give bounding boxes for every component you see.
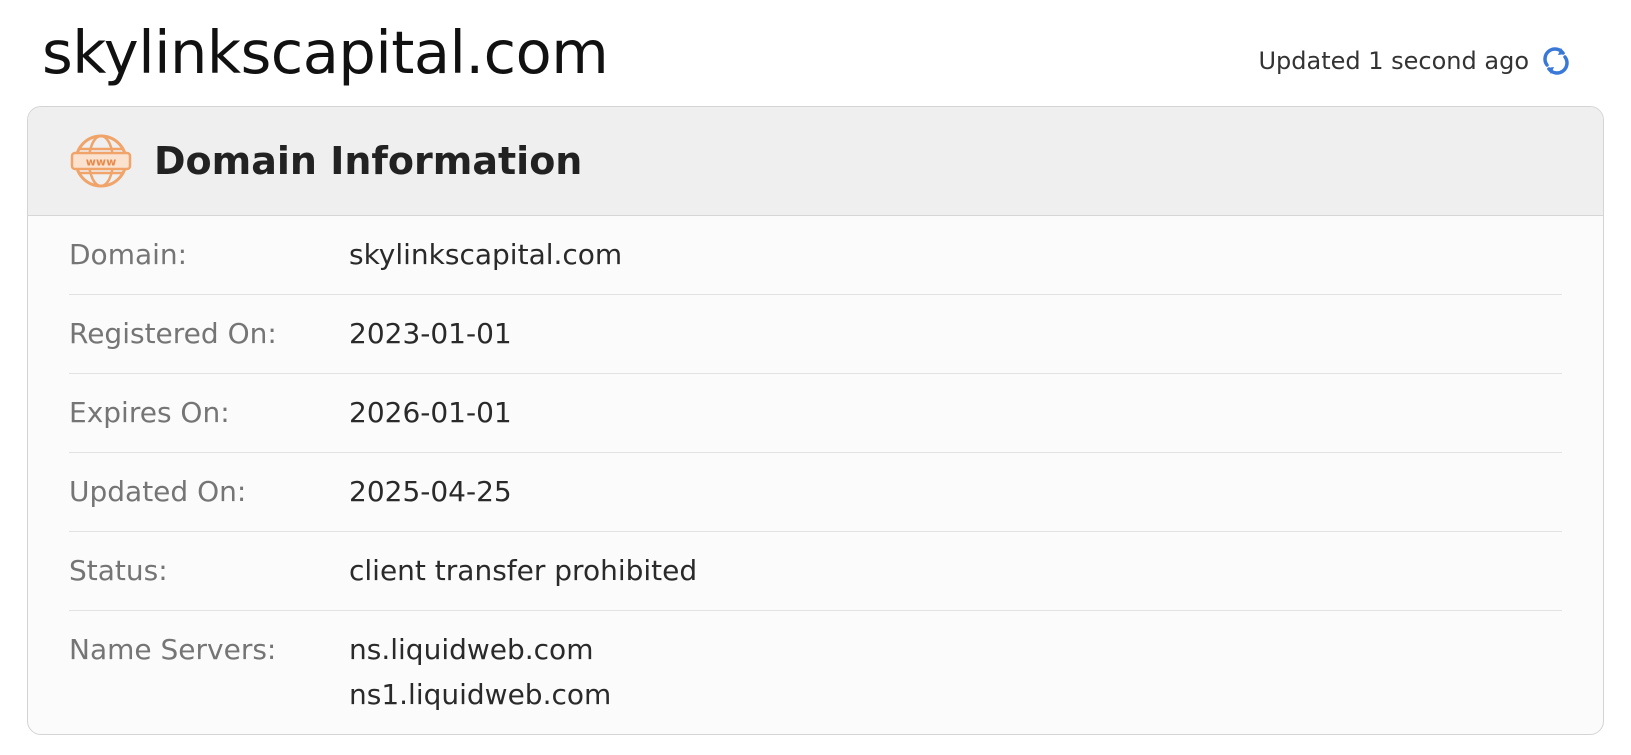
updated-text: Updated 1 second ago — [1258, 47, 1529, 75]
row-status: Status: client transfer prohibited — [69, 532, 1562, 611]
row-value: 2023-01-01 — [349, 317, 512, 350]
refresh-icon[interactable] — [1539, 44, 1573, 78]
name-server-list: ns.liquidweb.com ns1.liquidweb.com — [349, 633, 611, 712]
row-value: 2025-04-25 — [349, 475, 512, 508]
card-title: Domain Information — [154, 139, 583, 183]
row-name-servers: Name Servers: ns.liquidweb.com ns1.liqui… — [69, 611, 1562, 712]
name-server: ns1.liquidweb.com — [349, 678, 612, 711]
row-value: 2026-01-01 — [349, 396, 512, 429]
www-icon: www — [70, 134, 132, 188]
row-value: client transfer prohibited — [349, 554, 698, 587]
row-domain: Domain: skylinkscapital.com — [69, 216, 1562, 295]
row-label: Name Servers: — [69, 633, 277, 666]
page: skylinkscapital.com Updated 1 second ago — [0, 0, 1631, 755]
svg-text:www: www — [86, 156, 117, 169]
name-server: ns.liquidweb.com — [349, 633, 594, 666]
domain-information-card: www Domain Information Domain: skylinksc… — [27, 106, 1604, 735]
page-title: skylinkscapital.com — [42, 18, 609, 87]
row-label: Status: — [69, 554, 168, 587]
update-status: Updated 1 second ago — [1258, 44, 1573, 78]
row-updated-on: Updated On: 2025-04-25 — [69, 453, 1562, 532]
card-header: www Domain Information — [28, 107, 1603, 216]
row-label: Expires On: — [69, 396, 230, 429]
row-label: Registered On: — [69, 317, 277, 350]
info-rows: Domain: skylinkscapital.com Registered O… — [28, 216, 1603, 712]
row-value: skylinkscapital.com — [349, 238, 623, 271]
row-label: Domain: — [69, 238, 188, 271]
row-label: Updated On: — [69, 475, 247, 508]
row-expires-on: Expires On: 2026-01-01 — [69, 374, 1562, 453]
row-registered-on: Registered On: 2023-01-01 — [69, 295, 1562, 374]
